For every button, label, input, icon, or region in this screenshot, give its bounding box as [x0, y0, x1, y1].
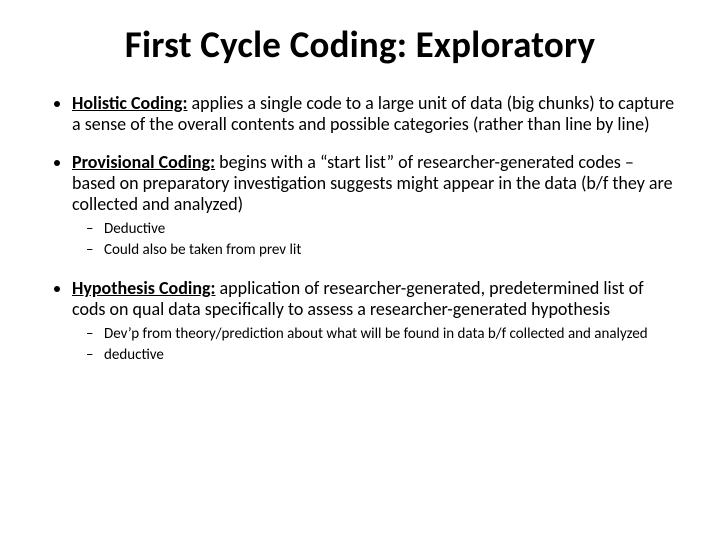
item-lead: Holistic Coding: — [72, 92, 187, 114]
sub-list-item: deductive — [104, 346, 676, 365]
item-lead: Hypothesis Coding: — [72, 277, 215, 299]
sub-list-item: Dev’p from theory/prediction about what … — [104, 325, 676, 344]
list-item: Provisional Coding: begins with a “start… — [72, 152, 676, 260]
slide-title: First Cycle Coding: Exploratory — [44, 22, 676, 67]
list-item: Holistic Coding: applies a single code t… — [72, 93, 676, 134]
sub-list: Deductive Could also be taken from prev … — [72, 220, 676, 260]
sub-list: Dev’p from theory/prediction about what … — [72, 325, 676, 365]
sub-list-item: Could also be taken from prev lit — [104, 241, 676, 260]
slide: First Cycle Coding: Exploratory Holistic… — [0, 0, 720, 540]
sub-list-item: Deductive — [104, 220, 676, 239]
list-item: Hypothesis Coding: application of resear… — [72, 278, 676, 365]
item-lead: Provisional Coding: — [72, 151, 215, 173]
bullet-list: Holistic Coding: applies a single code t… — [44, 93, 676, 365]
